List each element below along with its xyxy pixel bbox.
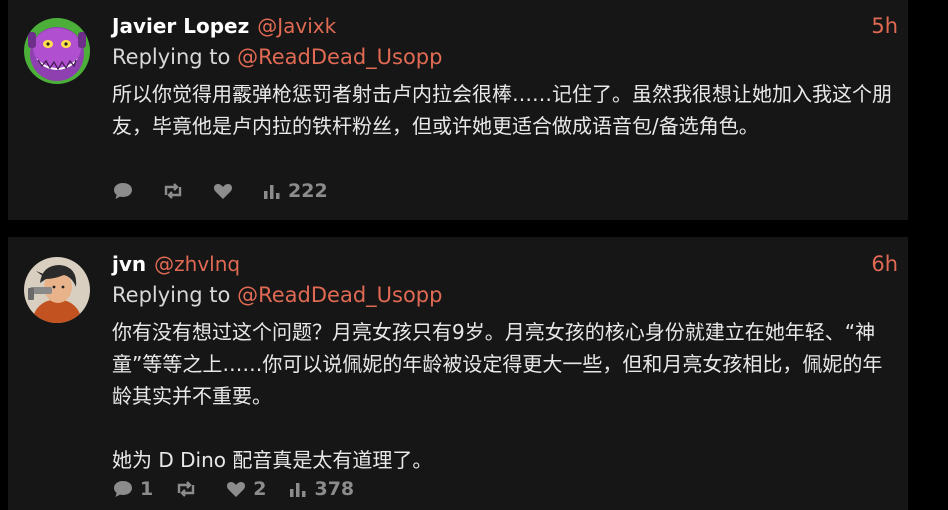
- retweet-button[interactable]: [175, 479, 203, 499]
- retweet-button[interactable]: [162, 181, 190, 201]
- views-icon: [262, 181, 282, 201]
- comment-button[interactable]: [112, 181, 140, 201]
- retweet-icon: [175, 479, 197, 499]
- views-count: 378: [314, 478, 355, 500]
- replying-to: Replying to @ReadDead_Usopp: [112, 45, 898, 75]
- views-count: 222: [288, 180, 328, 202]
- comment-button[interactable]: 1: [112, 478, 153, 500]
- reply-card: jvn @zhvlnq 6h Replying to @ReadDead_Uso…: [8, 237, 908, 510]
- replying-to-mention[interactable]: @ReadDead_Usopp: [237, 45, 442, 69]
- reply-content: jvn @zhvlnq 6h Replying to @ReadDead_Uso…: [112, 252, 898, 476]
- heart-icon: [225, 479, 247, 499]
- reply-text: 所以你觉得用霰弹枪惩罚者射击卢内拉会很棒……记住了。虽然我很想让她加入我这个朋友…: [112, 82, 892, 138]
- replying-to-label: Replying to: [112, 283, 231, 307]
- comment-icon: [112, 181, 134, 201]
- avatar[interactable]: [24, 18, 90, 84]
- like-button[interactable]: 2: [225, 478, 266, 500]
- like-count: 2: [253, 478, 267, 500]
- display-name[interactable]: jvn: [112, 252, 146, 276]
- timestamp[interactable]: 6h: [871, 252, 898, 276]
- action-bar: 1 2 378: [112, 478, 376, 500]
- views-icon: [288, 479, 308, 499]
- reply-text: 你有没有想过这个问题？月亮女孩只有9岁。月亮女孩的核心身份就建立在她年轻、“神童…: [112, 320, 883, 472]
- display-name[interactable]: Javier Lopez: [112, 14, 249, 38]
- replying-to-mention[interactable]: @ReadDead_Usopp: [237, 283, 442, 307]
- like-button[interactable]: [212, 181, 240, 201]
- avatar[interactable]: [24, 257, 90, 323]
- comment-count: 1: [140, 478, 154, 500]
- retweet-icon: [162, 181, 184, 201]
- user-handle[interactable]: @zhvlnq: [154, 252, 240, 276]
- user-handle[interactable]: @Javixk: [257, 14, 336, 38]
- timestamp[interactable]: 5h: [871, 14, 898, 38]
- views-button[interactable]: 222: [262, 180, 328, 202]
- reply-header: jvn @zhvlnq 6h: [112, 252, 898, 282]
- heart-icon: [212, 181, 234, 201]
- reply-header: Javier Lopez @Javixk 5h: [112, 14, 898, 44]
- replying-to-label: Replying to: [112, 45, 231, 69]
- reply-card: Javier Lopez @Javixk 5h Replying to @Rea…: [8, 0, 908, 220]
- views-button[interactable]: 378: [288, 478, 354, 500]
- comment-icon: [112, 479, 134, 499]
- reply-content: Javier Lopez @Javixk 5h Replying to @Rea…: [112, 14, 898, 142]
- action-bar: 222: [112, 180, 350, 202]
- replying-to: Replying to @ReadDead_Usopp: [112, 283, 898, 313]
